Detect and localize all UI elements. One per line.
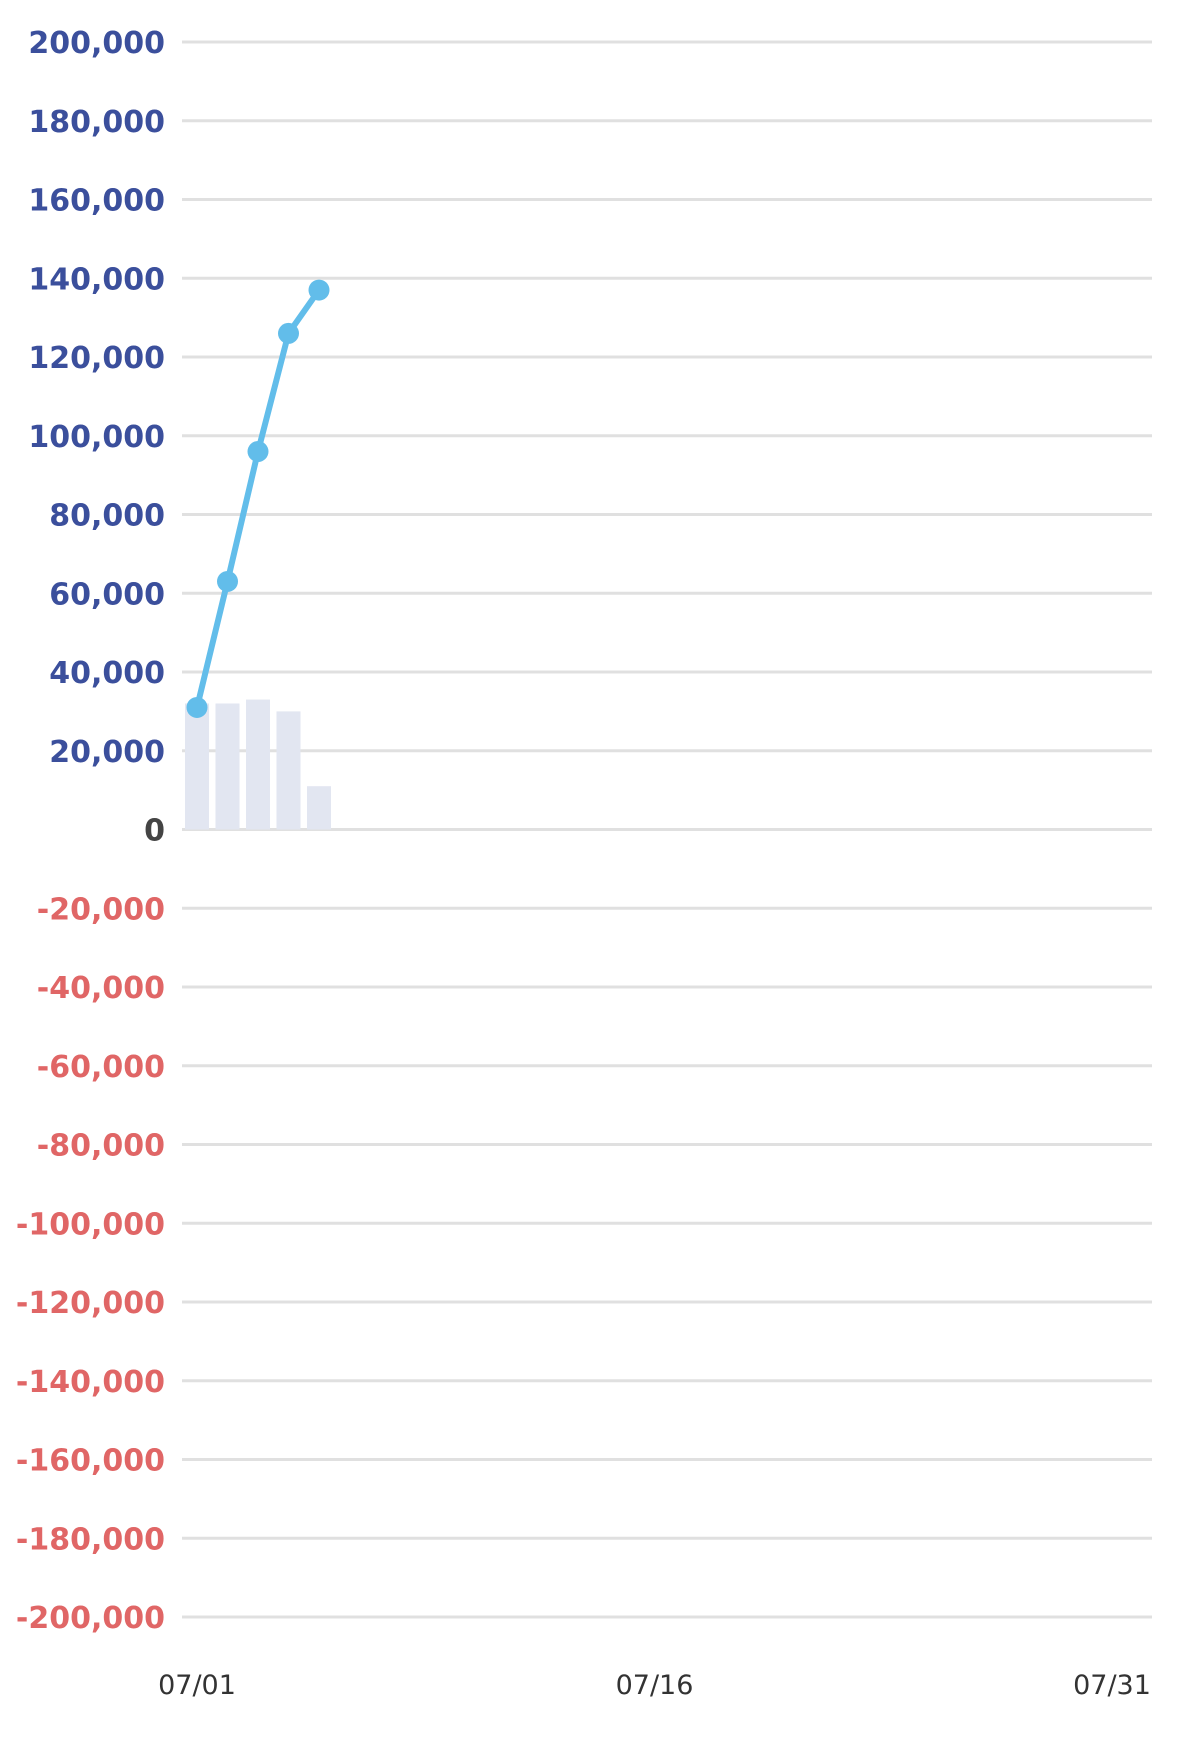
y-tick-label: 100,000 xyxy=(28,420,165,455)
y-tick-label: -100,000 xyxy=(16,1207,165,1242)
bar xyxy=(276,711,301,830)
y-tick-label: -40,000 xyxy=(37,971,165,1006)
y-tick-label: 120,000 xyxy=(28,341,165,376)
bars xyxy=(185,699,331,830)
y-tick-label: 200,000 xyxy=(28,26,165,61)
data-point[interactable] xyxy=(186,696,208,718)
y-tick-label: -180,000 xyxy=(16,1522,165,1557)
y-tick-label: -20,000 xyxy=(37,892,165,927)
line-bar-chart: 200,000 180,000 160,000 140,000 120,000 100,0… xyxy=(16,26,1152,1701)
y-tick-label: 60,000 xyxy=(49,577,165,612)
chart-container: 200,000 180,000 160,000 140,000 120,000 100,0… xyxy=(0,0,1179,1738)
x-tick-label: 07/16 xyxy=(616,1670,694,1701)
bar xyxy=(307,786,331,830)
series-line xyxy=(194,287,322,711)
y-tick-label: 160,000 xyxy=(28,184,165,219)
y-tick-label: -140,000 xyxy=(16,1365,165,1400)
x-tick-label: 07/31 xyxy=(1073,1670,1151,1701)
y-tick-label: 140,000 xyxy=(28,262,165,297)
data-point[interactable] xyxy=(247,441,269,462)
bar xyxy=(185,703,209,830)
bar xyxy=(246,699,270,830)
y-tick-label: -120,000 xyxy=(16,1286,165,1321)
data-point[interactable] xyxy=(217,570,238,592)
data-point[interactable] xyxy=(278,322,299,344)
y-tick-label: -160,000 xyxy=(16,1444,165,1479)
data-point[interactable] xyxy=(308,279,330,301)
y-tick-label: 20,000 xyxy=(49,735,165,770)
x-axis-labels: 07/01 07/16 07/31 xyxy=(158,1670,1151,1701)
line-series xyxy=(194,287,322,711)
bar xyxy=(215,703,240,830)
y-tick-label: -60,000 xyxy=(37,1050,165,1085)
y-tick-label: -200,000 xyxy=(16,1601,165,1636)
y-tick-label: 180,000 xyxy=(28,105,165,140)
y-tick-label: -80,000 xyxy=(37,1129,165,1164)
y-axis-labels: 200,000 180,000 160,000 140,000 120,000 100,0… xyxy=(16,26,165,1636)
y-tick-label: 40,000 xyxy=(49,656,165,691)
y-tick-label: 80,000 xyxy=(49,499,165,534)
x-tick-label: 07/01 xyxy=(158,1670,236,1701)
y-tick-label: 0 xyxy=(144,814,165,849)
